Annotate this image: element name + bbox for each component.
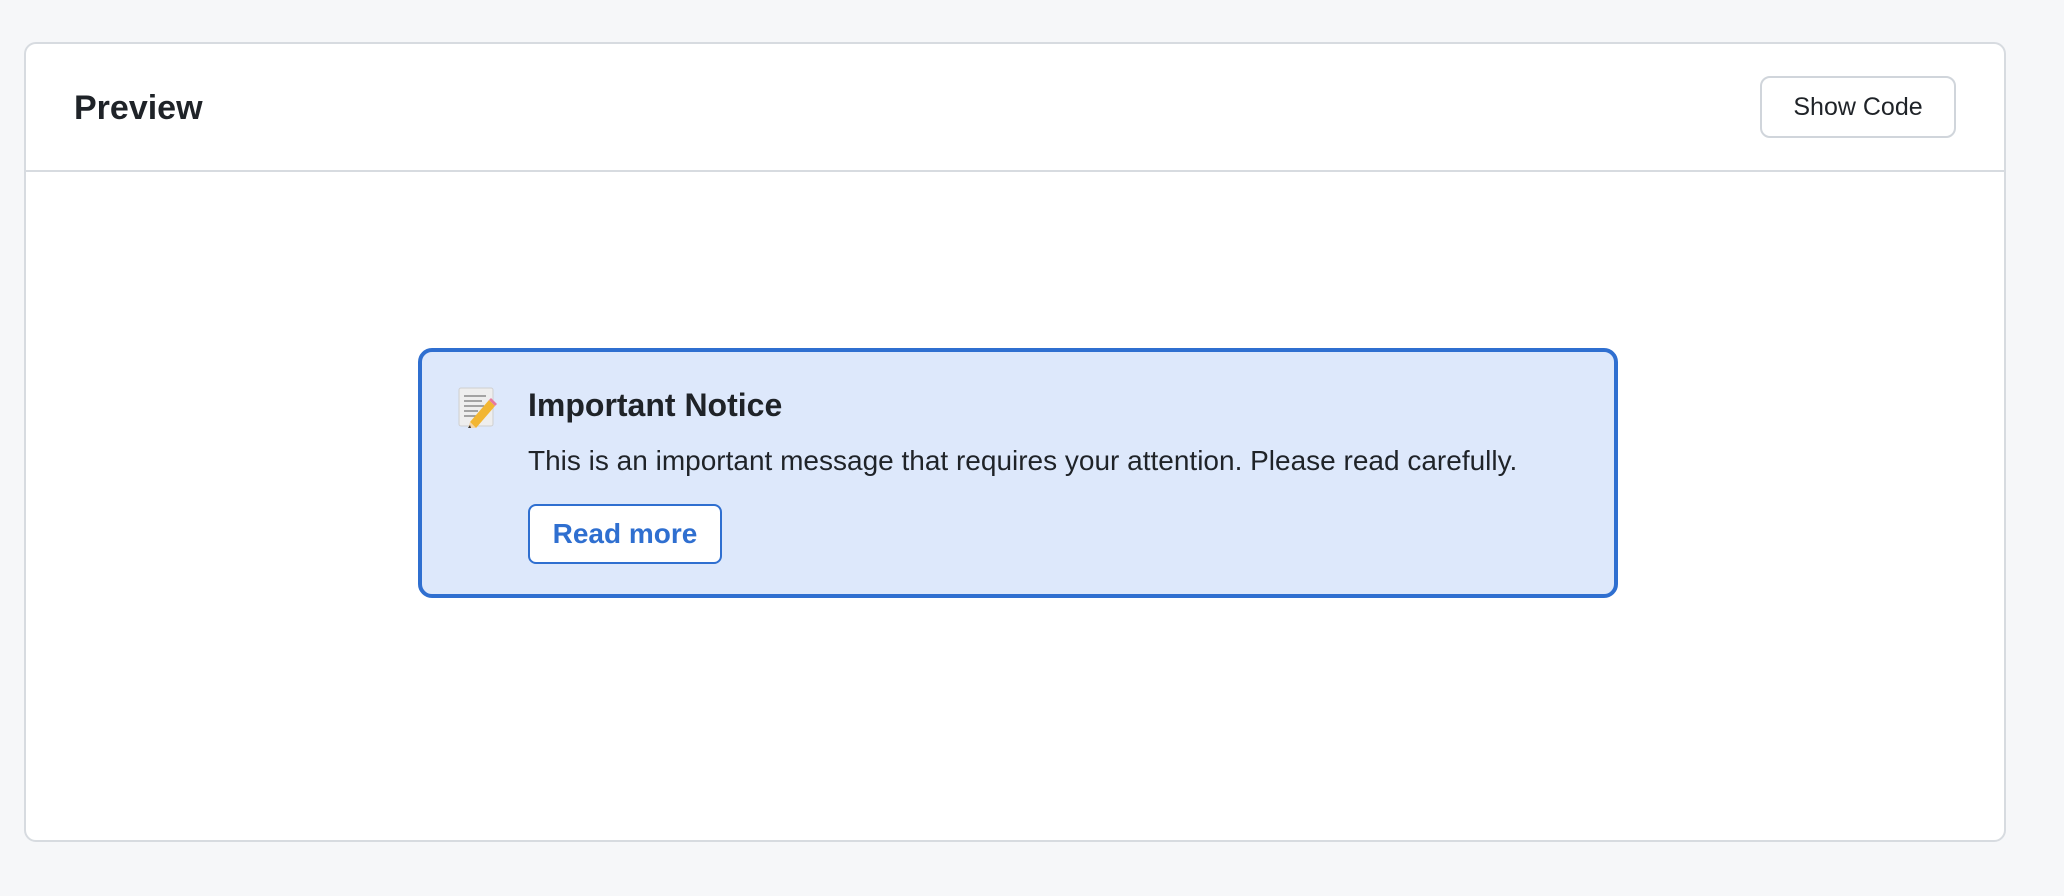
read-more-button[interactable]: Read more bbox=[528, 504, 722, 564]
notice-message: This is an important message that requir… bbox=[528, 445, 1518, 476]
important-notice-callout: Important Notice This is an important me… bbox=[418, 348, 1618, 598]
preview-panel: Preview Show Code Important Notice This … bbox=[24, 42, 2006, 842]
notice-title: Important Notice bbox=[528, 387, 783, 423]
preview-body: Important Notice This is an important me… bbox=[26, 172, 2004, 840]
show-code-button[interactable]: Show Code bbox=[1760, 76, 1956, 138]
page-title: Preview bbox=[74, 89, 203, 127]
preview-header: Preview Show Code bbox=[26, 44, 2004, 172]
memo-pencil-icon bbox=[458, 387, 497, 428]
